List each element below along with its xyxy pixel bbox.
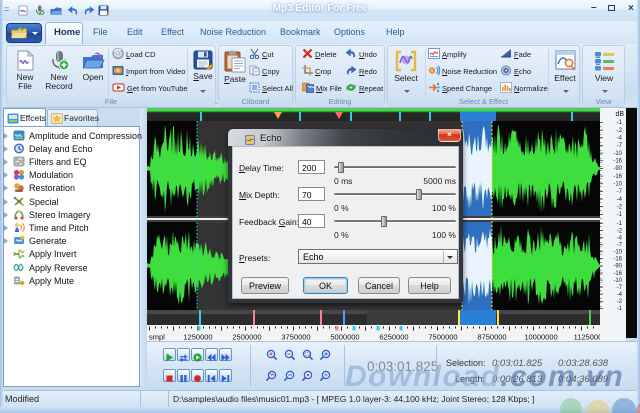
svg-text:-2: -2 [617, 228, 623, 234]
svg-text:-16: -16 [613, 271, 622, 277]
svg-text:-16: -16 [613, 174, 622, 180]
svg-text:-2: -2 [617, 128, 623, 134]
svg-text:dB: dB [615, 111, 624, 118]
svg-text:-7: -7 [617, 143, 623, 149]
svg-text:-10: -10 [613, 250, 622, 256]
svg-text:-10: -10 [613, 182, 622, 188]
svg-text:-1: -1 [617, 306, 623, 312]
svg-text:-1: -1 [617, 120, 623, 126]
svg-text:-4: -4 [617, 292, 623, 298]
svg-text:-2: -2 [617, 299, 623, 305]
svg-text:-4: -4 [617, 136, 623, 142]
svg-text:-7: -7 [617, 189, 623, 195]
svg-text:-90: -90 [613, 166, 622, 172]
svg-text:-10: -10 [613, 151, 622, 157]
svg-text:-16: -16 [613, 257, 622, 263]
svg-text:-7: -7 [617, 242, 623, 248]
svg-text:-2: -2 [617, 205, 623, 211]
svg-text:-16: -16 [613, 159, 622, 165]
svg-text:-10: -10 [613, 278, 622, 284]
svg-text:-4: -4 [617, 197, 623, 203]
svg-text:-4: -4 [617, 235, 623, 241]
svg-text:-90: -90 [613, 264, 622, 270]
svg-text:-1: -1 [617, 221, 623, 227]
svg-text:-1: -1 [617, 212, 623, 218]
svg-text:-7: -7 [617, 285, 623, 291]
